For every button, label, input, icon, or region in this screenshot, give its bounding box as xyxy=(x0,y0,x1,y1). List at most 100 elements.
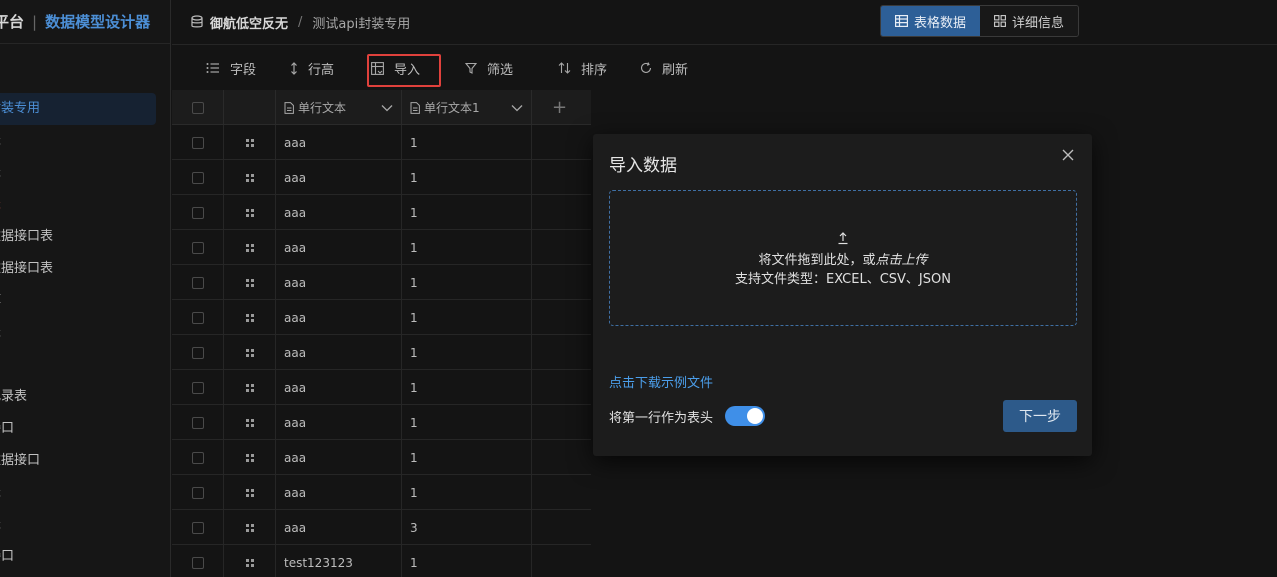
drag-handle-icon[interactable] xyxy=(224,265,276,300)
table-cell[interactable]: 1 xyxy=(402,370,532,405)
drag-handle-icon[interactable] xyxy=(224,510,276,545)
table-cell[interactable]: aaa xyxy=(276,475,402,510)
sidebar-item[interactable]: 表 xyxy=(0,317,170,349)
drag-handle-icon[interactable] xyxy=(224,370,276,405)
row-checkbox[interactable] xyxy=(172,195,224,230)
table-cell[interactable]: 1 xyxy=(402,475,532,510)
table-row[interactable]: test123123 1 xyxy=(172,545,591,577)
table-cell[interactable]: aaa xyxy=(276,265,402,300)
table-row[interactable]: aaa 1 xyxy=(172,125,591,160)
row-checkbox[interactable] xyxy=(172,160,224,195)
drag-handle-icon[interactable] xyxy=(224,335,276,370)
table-cell[interactable]: aaa xyxy=(276,160,402,195)
row-checkbox[interactable] xyxy=(172,405,224,440)
next-step-button[interactable]: 下一步 xyxy=(1003,400,1077,432)
table-cell[interactable]: 1 xyxy=(402,195,532,230)
table-cell[interactable]: 1 xyxy=(402,335,532,370)
table-cell[interactable]: aaa xyxy=(276,335,402,370)
sidebar-item[interactable]: 记录表 xyxy=(0,381,170,413)
table-data-tab[interactable]: 表格数据 xyxy=(881,6,981,36)
drag-handle-icon[interactable] xyxy=(224,300,276,335)
row-checkbox[interactable] xyxy=(172,440,224,475)
sidebar-item[interactable]: 表 xyxy=(0,189,170,221)
table-cell[interactable]: test123123 xyxy=(276,545,402,577)
sidebar-item[interactable]: 封装专用 xyxy=(0,93,156,125)
drag-handle-icon[interactable] xyxy=(224,230,276,265)
row-checkbox[interactable] xyxy=(172,125,224,160)
table-row[interactable]: aaa 1 xyxy=(172,265,591,300)
select-all-checkbox[interactable] xyxy=(172,90,224,125)
sidebar-item[interactable]: 表 xyxy=(0,125,170,157)
table-cell[interactable]: 1 xyxy=(402,125,532,160)
sidebar-item[interactable]: 表 xyxy=(0,157,170,189)
table-cell[interactable]: aaa xyxy=(276,125,402,160)
table-cell[interactable]: aaa xyxy=(276,405,402,440)
table-row[interactable]: aaa 1 xyxy=(172,475,591,510)
row-checkbox[interactable] xyxy=(172,370,224,405)
row-checkbox[interactable] xyxy=(172,265,224,300)
sort-button[interactable]: 排序 xyxy=(558,46,607,90)
first-row-header-switch[interactable] xyxy=(725,406,766,426)
table-cell[interactable]: aaa xyxy=(276,230,402,265)
table-cell[interactable]: aaa xyxy=(276,300,402,335)
table-cell[interactable]: 1 xyxy=(402,265,532,300)
table-cell[interactable]: aaa xyxy=(276,195,402,230)
download-sample-link[interactable]: 点击下载示例文件 xyxy=(609,372,713,391)
drag-handle-icon[interactable] xyxy=(224,125,276,160)
sidebar-item[interactable]: 数据接口表 xyxy=(0,253,170,285)
click-upload-link[interactable]: 点击上传 xyxy=(876,253,928,268)
row-checkbox[interactable] xyxy=(172,335,224,370)
table-row[interactable]: aaa 1 xyxy=(172,335,591,370)
column-header[interactable]: 单行文本1 xyxy=(402,90,532,125)
table-row[interactable]: aaa 1 xyxy=(172,300,591,335)
sidebar-item[interactable]: 表 xyxy=(0,477,170,509)
chevron-down-icon[interactable] xyxy=(511,104,523,112)
table-row[interactable]: aaa 1 xyxy=(172,230,591,265)
detail-info-tab[interactable]: 详细信息 xyxy=(980,6,1079,36)
chevron-down-icon[interactable] xyxy=(381,104,393,112)
table-cell[interactable]: 1 xyxy=(402,545,532,577)
drag-handle-icon[interactable] xyxy=(224,405,276,440)
table-cell[interactable]: 3 xyxy=(402,510,532,545)
sidebar-item[interactable]: 库 xyxy=(0,285,170,317)
row-checkbox[interactable] xyxy=(172,475,224,510)
table-cell[interactable]: 1 xyxy=(402,160,532,195)
table-cell[interactable]: 1 xyxy=(402,440,532,475)
table-row[interactable]: aaa 3 xyxy=(172,510,591,545)
sidebar-item[interactable]: 表 xyxy=(0,509,170,541)
row-checkbox[interactable] xyxy=(172,300,224,335)
row-height-button[interactable]: 行高 xyxy=(290,46,334,90)
table-row[interactable]: aaa 1 xyxy=(172,195,591,230)
table-cell[interactable]: 1 xyxy=(402,405,532,440)
drag-handle-icon[interactable] xyxy=(224,440,276,475)
row-checkbox[interactable] xyxy=(172,230,224,265)
drag-handle-icon[interactable] xyxy=(224,195,276,230)
sidebar-item[interactable]: 数据接口表 xyxy=(0,221,170,253)
sidebar-item[interactable] xyxy=(0,349,170,381)
table-row[interactable]: aaa 1 xyxy=(172,370,591,405)
drag-handle-icon[interactable] xyxy=(224,160,276,195)
close-icon[interactable] xyxy=(1061,148,1075,162)
sidebar-item[interactable]: 接口 xyxy=(0,413,170,445)
row-checkbox[interactable] xyxy=(172,510,224,545)
drag-handle-icon[interactable] xyxy=(224,545,276,577)
column-header[interactable]: 单行文本 xyxy=(276,90,402,125)
add-column-button[interactable]: + xyxy=(532,90,587,125)
fields-button[interactable]: 字段 xyxy=(206,46,256,90)
table-row[interactable]: aaa 1 xyxy=(172,440,591,475)
table-cell[interactable]: aaa xyxy=(276,440,402,475)
sidebar-item[interactable]: 数据接口 xyxy=(0,445,170,477)
row-checkbox[interactable] xyxy=(172,545,224,577)
table-row[interactable]: aaa 1 xyxy=(172,405,591,440)
table-cell[interactable]: 1 xyxy=(402,300,532,335)
table-cell[interactable]: aaa xyxy=(276,510,402,545)
filter-button[interactable]: 筛选 xyxy=(465,46,513,90)
breadcrumb-workspace[interactable]: 御航低空反无 xyxy=(210,13,288,32)
refresh-button[interactable]: 刷新 xyxy=(640,46,688,90)
file-dropzone[interactable]: 将文件拖到此处，或点击上传 支持文件类型：EXCEL、CSV、JSON xyxy=(609,190,1077,326)
table-cell[interactable]: 1 xyxy=(402,230,532,265)
sidebar-item[interactable]: 接口 xyxy=(0,541,170,573)
drag-handle-icon[interactable] xyxy=(224,475,276,510)
table-row[interactable]: aaa 1 xyxy=(172,160,591,195)
table-cell[interactable]: aaa xyxy=(276,370,402,405)
